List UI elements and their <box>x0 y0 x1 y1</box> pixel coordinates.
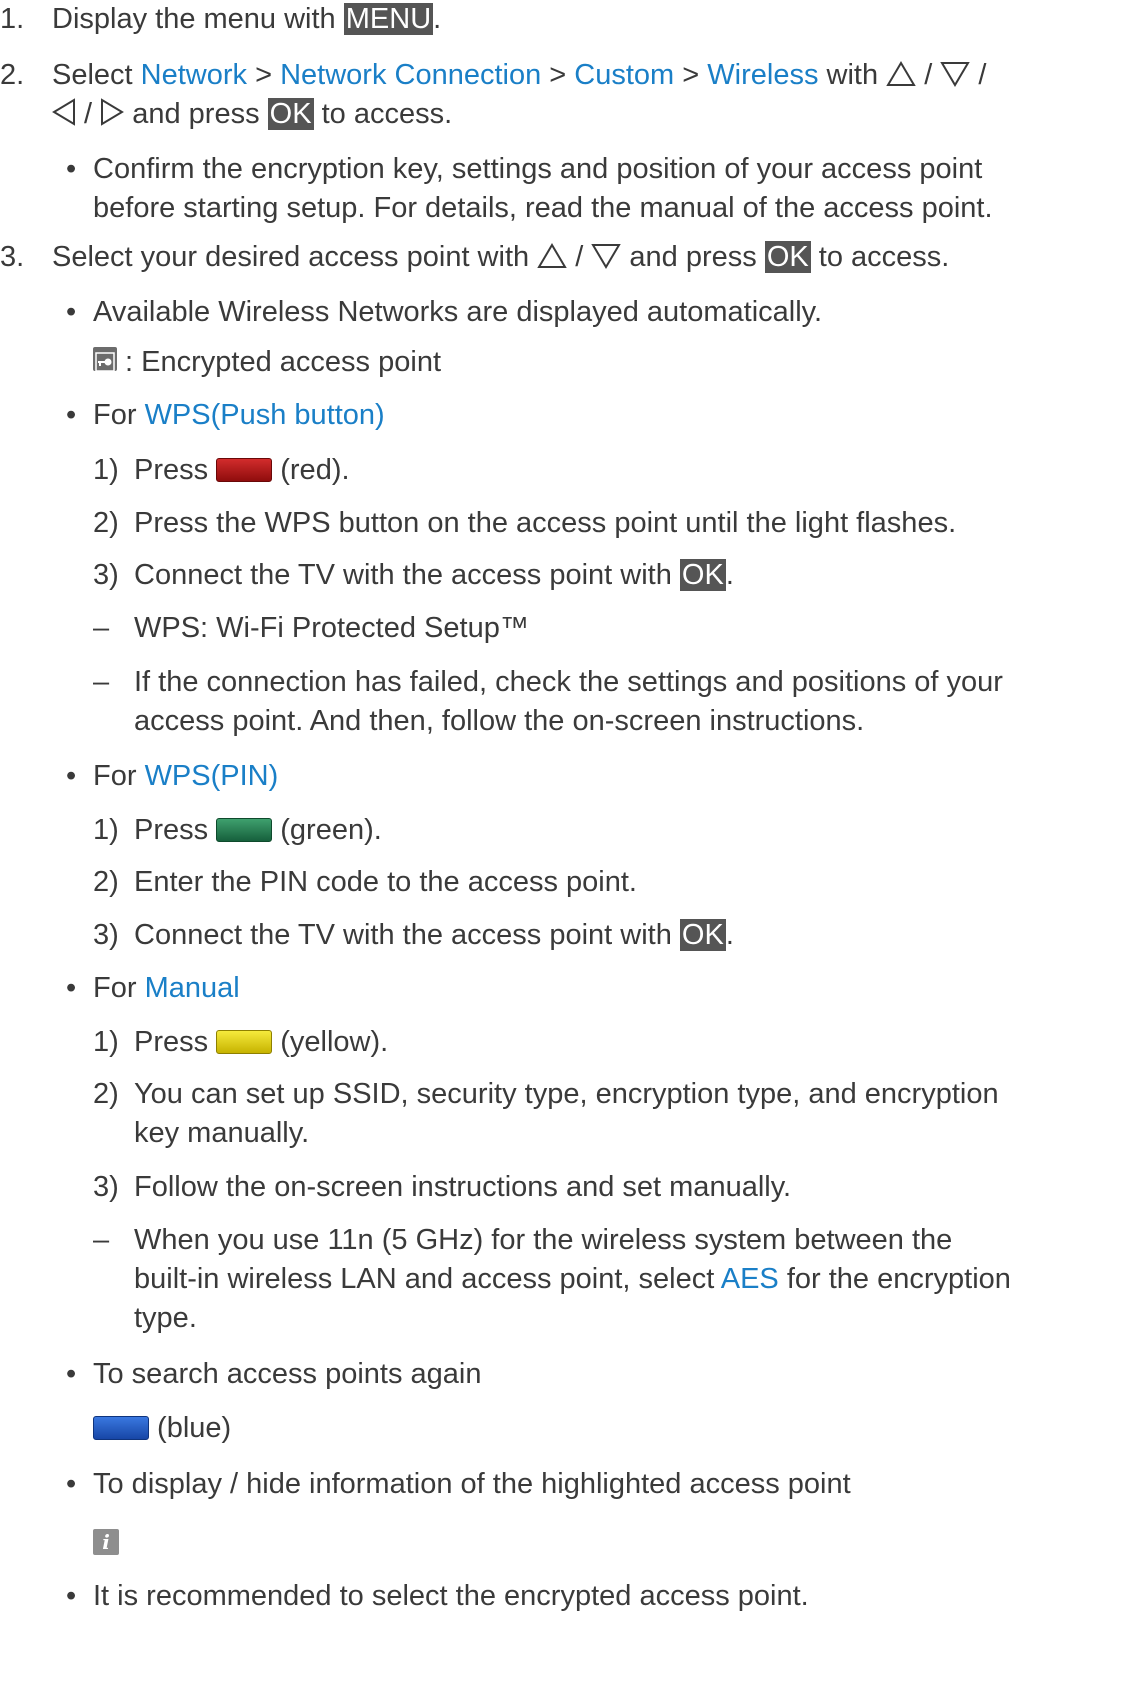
wps-pin-step-1: Press (green). <box>134 814 382 846</box>
bullet: • <box>66 1358 77 1390</box>
link-wireless[interactable]: Wireless <box>707 59 818 91</box>
substep-number: 1) <box>93 454 119 486</box>
down-triangle-icon <box>940 62 971 87</box>
bullet: • <box>66 153 77 185</box>
recommendation-text: It is recommended to select the encrypte… <box>93 1580 809 1612</box>
wps-failure-note-line-2: access point. And then, follow the on-sc… <box>134 705 865 737</box>
manual-step-1: Press (yellow). <box>134 1026 389 1058</box>
bullet: • <box>66 760 77 792</box>
bullet: • <box>66 399 77 431</box>
info-icon: i <box>93 1529 119 1555</box>
link-manual[interactable]: Manual <box>145 972 240 1004</box>
lock-icon <box>93 347 117 372</box>
up-triangle-icon <box>886 61 916 86</box>
document: 1. Display the menu with MENU. 2. Select… <box>0 0 1121 1708</box>
step-2-line-2: / and press OK to access. <box>52 96 452 132</box>
blue-button-icon <box>93 1416 149 1440</box>
green-button-icon <box>216 818 273 842</box>
available-networks-text: Available Wireless Networks are displaye… <box>93 296 823 328</box>
substep-number: 1) <box>93 1026 119 1058</box>
manual-step-2-line-1: You can set up SSID, security type, encr… <box>134 1078 999 1110</box>
encrypted-legend: : Encrypted access point <box>93 344 441 380</box>
menu-key: MENU <box>343 3 434 35</box>
substep-number: 2) <box>93 1078 119 1110</box>
down-triangle-icon <box>591 244 622 269</box>
search-again-text: To search access points again <box>93 1358 482 1390</box>
dash: – <box>93 612 110 644</box>
encrypted-legend-text: : Encrypted access point <box>117 346 441 378</box>
wps-failure-note-line-1: If the connection has failed, check the … <box>134 666 1003 698</box>
wps-pin-heading: For WPS(PIN) <box>93 760 279 792</box>
step-2-number: 2. <box>0 59 25 91</box>
link-network[interactable]: Network <box>141 59 247 91</box>
wps-push-step-3: Connect the TV with the access point wit… <box>134 559 734 591</box>
step-2-line-1: Select Network > Network Connection > Cu… <box>52 59 987 91</box>
link-wps-pin[interactable]: WPS(PIN) <box>145 760 279 792</box>
aes-note-line-3: type. <box>134 1302 197 1334</box>
yellow-button-icon <box>216 1030 273 1054</box>
wps-pin-step-2: Enter the PIN code to the access point. <box>134 866 637 898</box>
manual-step-3: Follow the on-screen instructions and se… <box>134 1171 792 1203</box>
substep-number: 2) <box>93 507 119 539</box>
ok-key: OK <box>267 98 314 130</box>
step-1-number: 1. <box>0 3 25 35</box>
substep-number: 1) <box>93 814 119 846</box>
substep-number: 3) <box>93 1171 119 1203</box>
step-1: Display the menu with MENU. <box>52 3 442 35</box>
step-2-note-line-1: Confirm the encryption key, settings and… <box>93 153 983 185</box>
wps-push-step-2: Press the WPS button on the access point… <box>134 507 957 539</box>
substep-number: 3) <box>93 559 119 591</box>
ok-key: OK <box>764 241 811 273</box>
ok-key: OK <box>679 919 726 951</box>
step-2-note-line-2: before starting setup. For details, read… <box>93 192 993 224</box>
wps-pin-step-3: Connect the TV with the access point wit… <box>134 919 734 951</box>
manual-heading: For Manual <box>93 972 240 1004</box>
dash: – <box>93 1224 110 1256</box>
aes-note-line-1: When you use 11n (5 GHz) for the wireles… <box>134 1224 953 1256</box>
wps-push-step-1: Press (red). <box>134 454 350 486</box>
step-3: Select your desired access point with / … <box>52 241 950 273</box>
step-3-number: 3. <box>0 241 25 273</box>
step-1-text: Display the menu with <box>52 3 344 35</box>
bullet: • <box>66 296 77 328</box>
dash: – <box>93 666 110 698</box>
manual-step-2-line-2: key manually. <box>134 1117 310 1149</box>
red-button-icon <box>216 458 273 482</box>
up-triangle-icon <box>537 243 567 268</box>
bullet: • <box>66 1468 77 1500</box>
substep-number: 3) <box>93 919 119 951</box>
link-custom[interactable]: Custom <box>574 59 674 91</box>
link-wps-push-button[interactable]: WPS(Push button) <box>145 399 385 431</box>
search-again-key: (blue) <box>93 1410 231 1446</box>
info-key: i <box>93 1522 119 1558</box>
bullet: • <box>66 1580 77 1612</box>
right-triangle-icon <box>101 98 125 126</box>
info-text: To display / hide information of the hig… <box>93 1468 851 1500</box>
link-aes[interactable]: AES <box>721 1263 779 1295</box>
ok-key: OK <box>679 559 726 591</box>
bullet: • <box>66 972 77 1004</box>
wps-definition: WPS: Wi-Fi Protected Setup™ <box>134 612 529 644</box>
substep-number: 2) <box>93 866 119 898</box>
wps-push-heading: For WPS(Push button) <box>93 399 385 431</box>
left-triangle-icon <box>52 98 75 126</box>
aes-note-line-2: built-in wireless LAN and access point, … <box>134 1263 1011 1295</box>
link-network-connection[interactable]: Network Connection <box>280 59 541 91</box>
